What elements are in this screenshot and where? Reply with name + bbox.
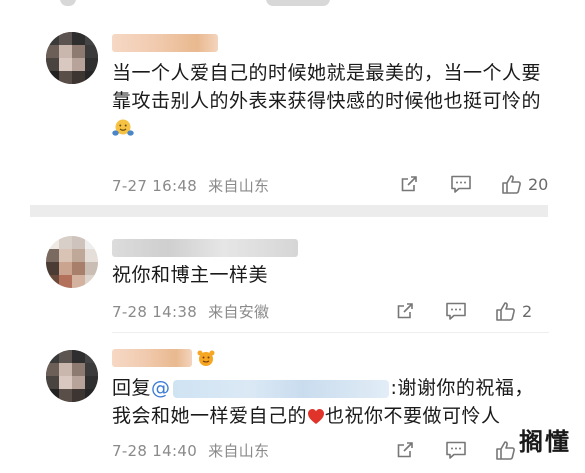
comment-location: 来自安徽	[208, 303, 270, 321]
username-blurred[interactable]	[112, 349, 192, 367]
comment-time: 7-28 14:40	[112, 442, 198, 460]
previous-comment-fragment	[0, 0, 585, 10]
comment-icon	[446, 302, 466, 320]
avatar[interactable]	[46, 32, 98, 84]
reply-button[interactable]	[450, 174, 472, 194]
thumbs-up-icon	[502, 174, 521, 194]
comment-meta: 7-28 14:38 来自安徽	[112, 301, 269, 322]
share-icon	[397, 303, 413, 319]
comment-text: 回复@ :谢谢你的祝福， 我会和她一样爱自己的 也祝你不要做可怜人	[112, 374, 552, 433]
comment-actions: 20	[399, 172, 549, 196]
comment-text: 祝你和博主一样美	[112, 261, 542, 289]
reply-text-1: :谢谢你的祝福，	[390, 377, 534, 399]
like-count: 2	[522, 301, 533, 321]
comment-meta: 7-27 16:48 来自山东	[112, 175, 269, 196]
reply-prefix: 回复	[112, 377, 152, 399]
reply-line-1: 回复@ :谢谢你的祝福，	[112, 374, 552, 402]
comment-body: 当一个人爱自己的时候她就是最美的，当一个人要靠攻击别人的外表来获得快感的时候他也…	[112, 62, 542, 112]
share-icon	[397, 442, 413, 458]
share-button[interactable]	[395, 301, 415, 321]
comment-icon	[446, 441, 466, 459]
hugging-face-emoji-icon	[112, 118, 134, 146]
comment-actions: 2	[395, 299, 533, 323]
user-badge-icon	[196, 349, 216, 373]
comment-time: 7-28 14:38	[112, 303, 198, 321]
comment-body: 祝你和博主一样美	[112, 264, 269, 286]
red-heart-icon	[307, 405, 325, 433]
comment-time: 7-27 16:48	[112, 177, 198, 195]
thumbs-up-icon	[496, 440, 515, 460]
username-blurred[interactable]	[112, 239, 298, 257]
share-button[interactable]	[395, 440, 415, 460]
username-blurred[interactable]	[112, 34, 218, 52]
reply-text-2b: 也祝你不要做可怜人	[325, 405, 501, 427]
like-button[interactable]: 20	[501, 174, 548, 195]
thumbs-up-icon	[496, 301, 515, 321]
like-count: 20	[528, 174, 549, 194]
section-divider	[30, 205, 548, 217]
comment-actions	[395, 438, 525, 462]
avatar[interactable]	[46, 350, 98, 402]
comment-text: 当一个人爱自己的时候她就是最美的，当一个人要靠攻击别人的外表来获得快感的时候他也…	[112, 59, 542, 146]
share-icon	[401, 176, 417, 192]
reply-button[interactable]	[445, 301, 467, 321]
comment-location: 来自山东	[208, 177, 270, 195]
mention-link[interactable]: @	[151, 377, 391, 399]
comment-icon	[451, 175, 471, 193]
comment-separator	[112, 332, 549, 333]
mention-username-blurred	[172, 379, 389, 398]
share-button[interactable]	[399, 174, 419, 194]
avatar[interactable]	[46, 236, 98, 288]
like-button[interactable]: 2	[495, 301, 532, 322]
reply-line-2: 我会和她一样爱自己的 也祝你不要做可怜人	[112, 402, 552, 433]
comment-location: 来自山东	[208, 442, 270, 460]
like-button[interactable]	[495, 440, 516, 461]
comment-meta: 7-28 14:40 来自山东	[112, 440, 269, 461]
reply-button[interactable]	[445, 440, 467, 460]
watermark: 搁懂	[519, 428, 571, 456]
reply-text-2a: 我会和她一样爱自己的	[112, 405, 308, 427]
at-sign: @	[151, 377, 171, 399]
